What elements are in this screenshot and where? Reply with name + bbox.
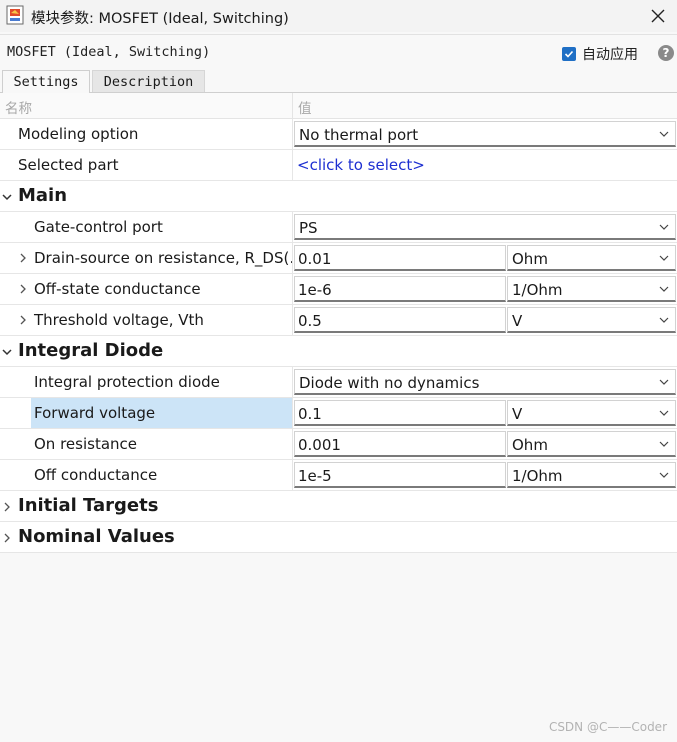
off-state-unit-select[interactable]: 1/Ohm <box>507 276 676 302</box>
row-off-conductance: Off conductance 1e-5 1/Ohm <box>0 460 677 491</box>
row-modeling-option: Modeling option No thermal port <box>0 119 677 150</box>
chevron-right-icon <box>4 533 10 543</box>
chevron-down-icon <box>659 472 669 478</box>
chevron-down-icon <box>659 255 669 261</box>
chevron-down-icon <box>659 317 669 323</box>
off-state-unit: 1/Ohm <box>512 281 563 299</box>
on-resistance-unit-select[interactable]: Ohm <box>507 431 676 457</box>
off-conductance-unit: 1/Ohm <box>512 467 563 485</box>
on-resistance-input[interactable]: 0.001 <box>294 431 506 457</box>
gate-control-value: PS <box>299 219 318 237</box>
threshold-unit: V <box>512 312 523 330</box>
tab-description[interactable]: Description <box>92 70 205 92</box>
chevron-down-icon <box>659 410 669 416</box>
row-selected-part: Selected part <click to select> <box>0 150 677 181</box>
gate-control-label: Gate-control port <box>34 218 163 236</box>
protection-diode-select[interactable]: Diode with no dynamics <box>294 369 676 395</box>
block-header: MOSFET (Ideal, Switching) 自动应用 ? <box>0 34 677 70</box>
threshold-label: Threshold voltage, Vth <box>34 311 204 329</box>
gate-control-select[interactable]: PS <box>294 214 676 240</box>
on-resistance-unit: Ohm <box>512 436 548 454</box>
protection-diode-label: Integral protection diode <box>34 373 220 391</box>
row-gate-control-port: Gate-control port PS <box>0 212 677 243</box>
close-icon <box>651 9 665 23</box>
drain-source-unit-select[interactable]: Ohm <box>507 245 676 271</box>
parameter-table: 名称 值 Modeling option No thermal port Sel… <box>0 93 677 553</box>
auto-apply-toggle[interactable]: 自动应用 <box>562 44 638 64</box>
off-conductance-label: Off conductance <box>34 466 158 484</box>
chevron-down-icon <box>2 194 12 201</box>
chevron-right-icon[interactable] <box>17 314 29 326</box>
forward-voltage-unit: V <box>512 405 523 423</box>
chevron-right-icon[interactable] <box>17 252 29 264</box>
forward-voltage-label: Forward voltage <box>34 404 156 422</box>
selected-part-label: Selected part <box>18 156 119 174</box>
row-threshold-voltage: Threshold voltage, Vth 0.5 V <box>0 305 677 336</box>
row-forward-voltage: Forward voltage 0.1 V <box>0 398 677 429</box>
off-state-input[interactable]: 1e-6 <box>294 276 506 302</box>
section-main-label: Main <box>18 185 68 206</box>
row-drain-source-resistance: Drain-source on resistance, R_DS(… 0.01 … <box>0 243 677 274</box>
chevron-down-icon <box>659 131 669 137</box>
forward-voltage-input[interactable]: 0.1 <box>294 400 506 426</box>
section-initial-targets-label: Initial Targets <box>18 495 159 516</box>
section-nominal-values[interactable]: Nominal Values <box>0 522 677 553</box>
off-conductance-unit-select[interactable]: 1/Ohm <box>507 462 676 488</box>
checkmark-icon <box>564 50 574 58</box>
on-resistance-label: On resistance <box>34 435 138 453</box>
section-initial-targets[interactable]: Initial Targets <box>0 491 677 522</box>
threshold-unit-select[interactable]: V <box>507 307 676 333</box>
row-on-resistance: On resistance 0.001 Ohm <box>0 429 677 460</box>
drain-source-label: Drain-source on resistance, R_DS(… <box>34 249 305 267</box>
title-bar: 模块参数: MOSFET (Ideal, Switching) <box>0 0 677 32</box>
protection-diode-value: Diode with no dynamics <box>299 374 480 392</box>
section-integral-diode[interactable]: Integral Diode <box>0 336 677 367</box>
threshold-input[interactable]: 0.5 <box>294 307 506 333</box>
tab-bar: Settings Description <box>0 70 677 93</box>
section-integral-diode-label: Integral Diode <box>18 340 164 361</box>
off-state-label: Off-state conductance <box>34 280 201 298</box>
modeling-option-label: Modeling option <box>18 125 139 143</box>
drain-source-unit: Ohm <box>512 250 548 268</box>
modeling-option-select[interactable]: No thermal port <box>294 121 676 147</box>
modeling-option-value: No thermal port <box>299 126 419 144</box>
chevron-down-icon <box>659 286 669 292</box>
tab-settings[interactable]: Settings <box>2 70 90 93</box>
chevron-down-icon <box>659 224 669 230</box>
simulink-block-icon <box>6 5 24 25</box>
row-off-state-conductance: Off-state conductance 1e-6 1/Ohm <box>0 274 677 305</box>
chevron-right-icon <box>4 502 10 512</box>
block-name: MOSFET (Ideal, Switching) <box>7 44 211 60</box>
close-button[interactable] <box>645 3 671 29</box>
column-value-header: 值 <box>298 101 312 117</box>
chevron-down-icon <box>2 349 12 356</box>
forward-voltage-unit-select[interactable]: V <box>507 400 676 426</box>
section-nominal-values-label: Nominal Values <box>18 526 175 547</box>
row-integral-protection-diode: Integral protection diode Diode with no … <box>0 367 677 398</box>
auto-apply-label: 自动应用 <box>582 47 638 63</box>
section-main[interactable]: Main <box>0 181 677 212</box>
chevron-down-icon <box>659 379 669 385</box>
window-title: 模块参数: MOSFET (Ideal, Switching) <box>31 11 289 27</box>
chevron-right-icon[interactable] <box>17 283 29 295</box>
watermark: CSDN @C——Coder <box>548 720 667 734</box>
off-conductance-input[interactable]: 1e-5 <box>294 462 506 488</box>
auto-apply-checkbox[interactable] <box>562 47 576 61</box>
select-part-link[interactable]: <click to select> <box>297 156 425 174</box>
column-name-header: 名称 <box>5 101 32 117</box>
table-header: 名称 值 <box>0 93 677 119</box>
help-icon[interactable]: ? <box>658 45 674 61</box>
chevron-down-icon <box>659 441 669 447</box>
drain-source-input[interactable]: 0.01 <box>294 245 506 271</box>
